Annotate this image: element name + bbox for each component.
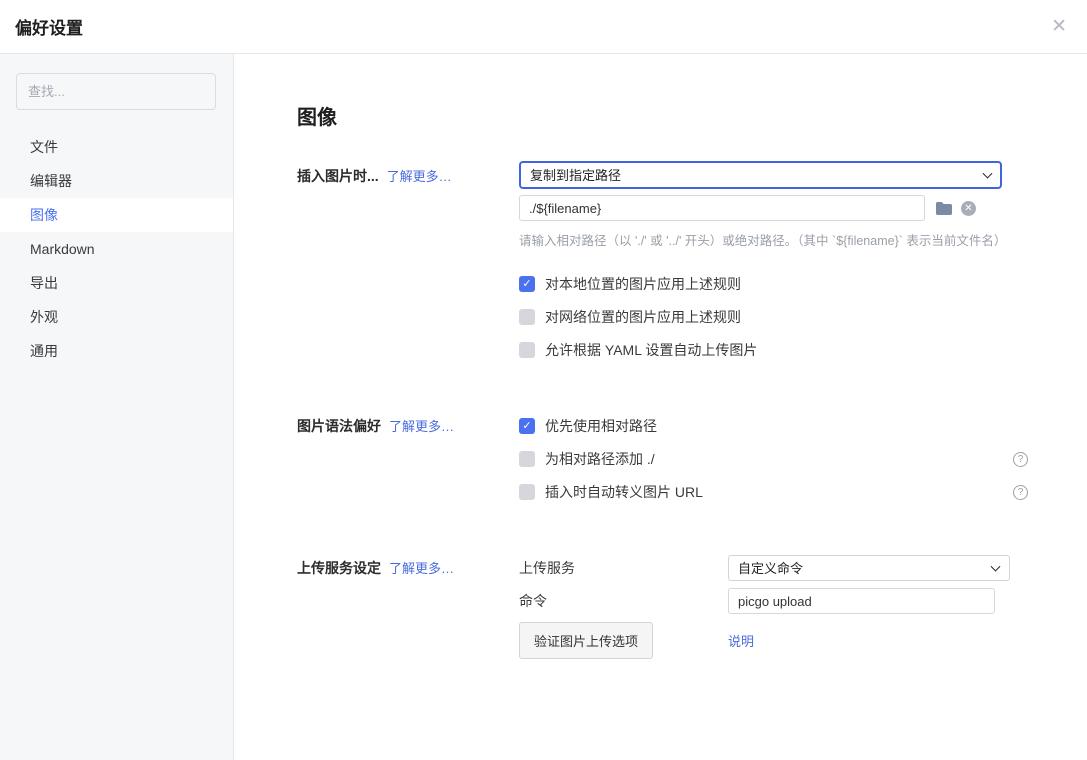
validate-button-col: 验证图片上传选项 xyxy=(519,622,728,659)
checkbox-label: 插入时自动转义图片 URL xyxy=(545,482,703,502)
help-icon[interactable]: ? xyxy=(1013,485,1028,500)
checkbox-row: 为相对路径添加 ./ ? xyxy=(519,449,1028,469)
section-upload-controls: 上传服务 自定义命令 命令 验证图片上传选项 说 xyxy=(519,555,1028,666)
sidebar: 文件 编辑器 图像 Markdown 导出 外观 通用 xyxy=(0,54,234,760)
section-insert-image: 插入图片时... 了解更多… 复制到指定路径 ✕ 请输入相对路径（ xyxy=(297,161,1087,373)
sidebar-item-appearance[interactable]: 外观 xyxy=(0,300,233,334)
doc-link[interactable]: 说明 xyxy=(728,631,754,650)
section-syntax-controls: 优先使用相对路径 为相对路径添加 ./ ? 插入时自动转义图片 URL ? xyxy=(519,416,1028,515)
checkbox-row: 对本地位置的图片应用上述规则 xyxy=(519,274,1028,294)
checkbox-row: 优先使用相对路径 xyxy=(519,416,1028,436)
section-upload-label: 上传服务设定 xyxy=(297,558,381,578)
section-insert-label: 插入图片时... xyxy=(297,166,379,186)
upload-service-select-wrap: 自定义命令 xyxy=(728,555,1010,581)
learn-more-link[interactable]: 了解更多… xyxy=(389,416,454,435)
folder-browse-icon[interactable] xyxy=(936,202,952,215)
sidebar-item-image[interactable]: 图像 xyxy=(0,198,233,232)
checkbox-label: 对本地位置的图片应用上述规则 xyxy=(545,274,741,294)
window-title: 偏好设置 xyxy=(15,14,83,39)
checkbox-label: 允许根据 YAML 设置自动上传图片 xyxy=(545,340,757,360)
checkbox-row: 插入时自动转义图片 URL ? xyxy=(519,482,1028,502)
image-path-input[interactable] xyxy=(519,195,925,221)
search-container xyxy=(0,54,233,110)
section-upload-service: 上传服务设定 了解更多… 上传服务 自定义命令 命令 xyxy=(297,555,1087,666)
checkbox-prefer-relative-path[interactable] xyxy=(519,418,535,434)
validate-upload-button[interactable]: 验证图片上传选项 xyxy=(519,622,653,659)
sidebar-nav: 文件 编辑器 图像 Markdown 导出 外观 通用 xyxy=(0,130,233,368)
checkbox-label: 优先使用相对路径 xyxy=(545,416,657,436)
checkbox-yaml-auto-upload[interactable] xyxy=(519,342,535,358)
search-input[interactable] xyxy=(16,73,216,110)
checkbox-apply-web-images[interactable] xyxy=(519,309,535,325)
main-content: 图像 插入图片时... 了解更多… 复制到指定路径 xyxy=(234,54,1087,760)
help-icon[interactable]: ? xyxy=(1013,452,1028,467)
path-hint-text: 请输入相对路径（以 './' 或 '../' 开头）或绝对路径。（其中 `${f… xyxy=(519,230,1028,249)
checkbox-apply-local-images[interactable] xyxy=(519,276,535,292)
checkbox-row: 允许根据 YAML 设置自动上传图片 xyxy=(519,340,1028,360)
section-syntax-label-col: 图片语法偏好 了解更多… xyxy=(297,416,519,436)
upload-service-row: 上传服务 自定义命令 xyxy=(519,555,1028,581)
checkbox-label: 对网络位置的图片应用上述规则 xyxy=(545,307,741,327)
section-upload-label-col: 上传服务设定 了解更多… xyxy=(297,555,519,578)
section-image-syntax: 图片语法偏好 了解更多… 优先使用相对路径 为相对路径添加 ./ ? 插入时自动… xyxy=(297,416,1087,515)
checkbox-row: 对网络位置的图片应用上述规则 xyxy=(519,307,1028,327)
sidebar-item-files[interactable]: 文件 xyxy=(0,130,233,164)
close-icon[interactable]: ✕ xyxy=(1051,17,1067,36)
sidebar-item-export[interactable]: 导出 xyxy=(0,266,233,300)
window-body: 文件 编辑器 图像 Markdown 导出 外观 通用 图像 插入图片时... … xyxy=(0,54,1087,760)
validate-row: 验证图片上传选项 说明 xyxy=(519,622,1028,659)
sidebar-item-markdown[interactable]: Markdown xyxy=(0,232,233,266)
learn-more-link[interactable]: 了解更多… xyxy=(389,558,454,577)
path-row: ✕ xyxy=(519,195,1028,221)
sidebar-item-editor[interactable]: 编辑器 xyxy=(0,164,233,198)
command-row: 命令 xyxy=(519,588,1028,614)
section-insert-controls: 复制到指定路径 ✕ 请输入相对路径（以 './' 或 '../' 开头）或绝对路… xyxy=(519,161,1028,373)
upload-service-label: 上传服务 xyxy=(519,558,728,578)
checkbox-escape-image-url[interactable] xyxy=(519,484,535,500)
page-title: 图像 xyxy=(297,101,1087,130)
sidebar-item-general[interactable]: 通用 xyxy=(0,334,233,368)
section-insert-label-col: 插入图片时... 了解更多… xyxy=(297,161,519,186)
command-label: 命令 xyxy=(519,591,728,611)
image-insert-action-select[interactable]: 复制到指定路径 xyxy=(519,161,1002,189)
checkbox-add-dot-slash[interactable] xyxy=(519,451,535,467)
insert-action-select-wrap: 复制到指定路径 xyxy=(519,161,1002,189)
window-header: 偏好设置 ✕ xyxy=(0,0,1087,54)
command-input[interactable] xyxy=(728,588,995,614)
learn-more-link[interactable]: 了解更多… xyxy=(387,166,452,185)
section-syntax-label: 图片语法偏好 xyxy=(297,416,381,436)
checkbox-label: 为相对路径添加 ./ xyxy=(545,449,655,469)
upload-service-select[interactable]: 自定义命令 xyxy=(728,555,1010,581)
clear-input-icon[interactable]: ✕ xyxy=(961,201,976,216)
insert-checkbox-group: 对本地位置的图片应用上述规则 对网络位置的图片应用上述规则 允许根据 YAML … xyxy=(519,274,1028,360)
